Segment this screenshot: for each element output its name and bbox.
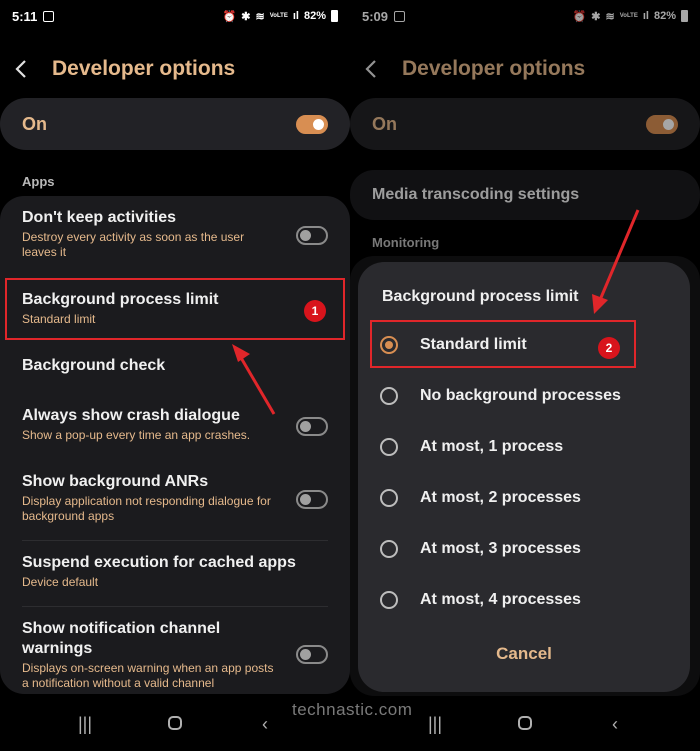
row-title: Don't keep activities [22, 209, 177, 226]
home-button[interactable] [505, 714, 545, 735]
back-button[interactable]: ‹ [595, 714, 635, 735]
option-label: At most, 4 processes [420, 591, 581, 608]
home-icon [518, 715, 532, 730]
row-subtitle: Show a pop-up every time an app crashes. [22, 428, 251, 442]
right-screen: 5:09 ⏰ ✱ ≋ VoLTE ıl 82% Developer option… [350, 0, 700, 751]
option-at-most-2[interactable]: At most, 2 processes [378, 478, 670, 518]
dont-keep-activities-toggle[interactable] [296, 226, 328, 245]
background-anrs-toggle[interactable] [296, 490, 328, 509]
always-show-crash-dialogue-row[interactable]: Always show crash dialogue Show a pop-up… [22, 406, 334, 448]
wifi-icon: ≋ [255, 10, 265, 23]
suspend-execution-row[interactable]: Suspend execution for cached apps Device… [22, 553, 334, 595]
row-subtitle: Displays on-screen warning when an app p… [22, 661, 274, 690]
option-no-background-processes[interactable]: No background processes [378, 376, 670, 416]
annotation-highlight-box [5, 278, 345, 340]
crash-dialogue-toggle[interactable] [296, 417, 328, 436]
row-subtitle: Destroy every activity as soon as the us… [22, 230, 245, 259]
cancel-button[interactable]: Cancel [358, 644, 690, 664]
alarm-icon: ⏰ [222, 10, 237, 23]
developer-options-switch-card[interactable]: On [0, 98, 350, 150]
watermark: technastic.com [292, 700, 413, 719]
radio-icon[interactable] [380, 489, 398, 507]
status-bar: 5:11 ⏰ ✱ ≋ VoLTE ıl 82% [0, 0, 350, 32]
home-button[interactable] [155, 714, 195, 735]
option-label: At most, 2 processes [420, 489, 581, 506]
divider [22, 606, 328, 607]
radio-icon[interactable] [380, 387, 398, 405]
show-background-anrs-row[interactable]: Show background ANRs Display application… [22, 472, 334, 528]
dialog-title: Background process limit [382, 288, 579, 305]
row-subtitle: Device default [22, 575, 99, 589]
step-badge: 1 [304, 300, 326, 322]
recents-button[interactable]: ||| [65, 714, 105, 735]
left-screen: 5:11 ⏰ ✱ ≋ VoLTE ıl 82% Developer option… [0, 0, 350, 751]
home-icon [168, 715, 182, 730]
option-label: At most, 3 processes [420, 540, 581, 557]
status-time: 5:11 [12, 8, 38, 24]
row-title: Always show crash dialogue [22, 407, 240, 424]
row-title: Suspend execution for cached apps [22, 554, 296, 571]
divider [22, 540, 328, 541]
option-at-most-1[interactable]: At most, 1 process [378, 427, 670, 467]
notification-warnings-toggle[interactable] [296, 645, 328, 664]
master-toggle[interactable] [296, 114, 328, 134]
battery-percent: 82% [303, 10, 326, 22]
row-title: Show notification channel warnings [22, 620, 221, 657]
annotation-highlight-box [370, 320, 636, 368]
gallery-icon [43, 10, 55, 22]
row-title: Background check [22, 357, 166, 374]
section-header-apps: Apps [22, 174, 55, 189]
radio-icon[interactable] [380, 438, 398, 456]
step-badge: 2 [598, 337, 620, 359]
bluetooth-icon: ✱ [241, 10, 251, 23]
dont-keep-activities-row[interactable]: Don't keep activities Destroy every acti… [22, 208, 334, 264]
option-label: No background processes [420, 387, 621, 404]
option-at-most-3[interactable]: At most, 3 processes [378, 529, 670, 569]
signal-icon: ıl [292, 10, 299, 22]
app-bar: Developer options [0, 48, 350, 90]
battery-icon [331, 10, 338, 22]
annotation-arrow [592, 209, 640, 314]
row-title: Show background ANRs [22, 473, 209, 490]
apps-settings-card: Don't keep activities Destroy every acti… [0, 196, 350, 694]
network-label: VoLTE [269, 13, 288, 19]
annotation-arrow [232, 344, 276, 415]
notification-channel-warnings-row[interactable]: Show notification channel warnings Displ… [22, 619, 334, 691]
option-at-most-4[interactable]: At most, 4 processes [378, 580, 670, 620]
recents-button[interactable]: ||| [415, 714, 455, 735]
back-button[interactable]: ‹ [245, 714, 285, 735]
radio-icon[interactable] [380, 591, 398, 609]
option-label: At most, 1 process [420, 438, 564, 455]
back-arrow-icon[interactable] [14, 59, 50, 79]
radio-icon[interactable] [380, 540, 398, 558]
row-subtitle: Display application not responding dialo… [22, 494, 271, 523]
master-switch-label: On [22, 113, 47, 134]
page-title: Developer options [52, 57, 236, 80]
background-check-row[interactable]: Background check [22, 356, 334, 380]
